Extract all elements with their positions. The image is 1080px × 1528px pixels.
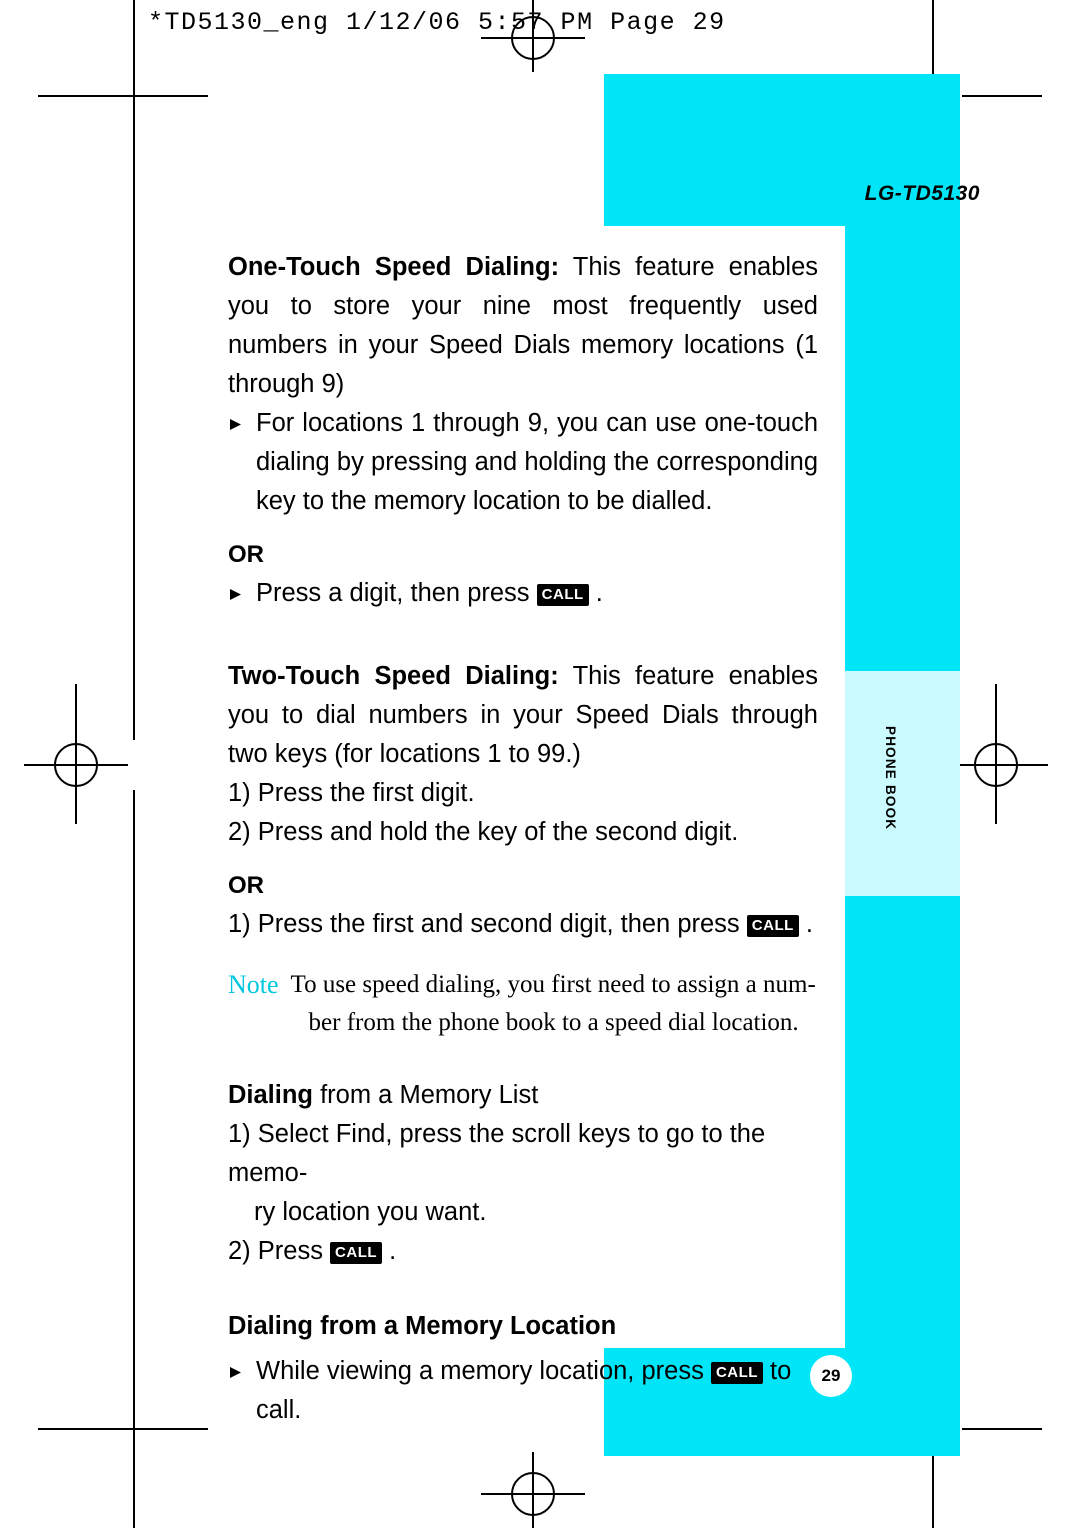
two-touch-or-step: 1) Press the first and second digit, the… [228, 905, 818, 944]
crop-mark-top-left-vertical [133, 0, 135, 60]
registration-crosshair-left-vertical [75, 684, 77, 824]
memory-list-step-2: 2) Press CALL . [228, 1232, 818, 1271]
call-key-icon: CALL [536, 584, 589, 606]
memory-list-heading-rest: from a Memory List [313, 1081, 539, 1109]
one-touch-bullet-text: For locations 1 through 9, you can use o… [256, 409, 818, 515]
call-key-icon: CALL [710, 1362, 763, 1384]
two-touch-step-1: 1) Press the first digit. [228, 779, 475, 807]
one-touch-or-label: OR [228, 541, 264, 568]
one-touch-title-separator: : [550, 253, 560, 281]
memory-list-step-2-pre: 2) Press [228, 1237, 323, 1265]
side-tab-rail-upper [845, 226, 960, 671]
crop-mark-upper-right-horizontal [962, 95, 1042, 97]
memory-list-step-1-continued: ry location you want. [254, 1198, 487, 1226]
call-key-icon: CALL [746, 915, 799, 937]
memory-list-heading: Dialing from a Memory List [228, 1076, 818, 1115]
one-touch-or-bullet: Press a digit, then press CALL . [228, 574, 818, 613]
memory-list-step-2-post: . [389, 1237, 397, 1265]
memory-location-bullet: While viewing a memory location, press C… [228, 1352, 818, 1430]
memory-list-step-1: 1) Select Find, press the scroll keys to… [228, 1120, 766, 1187]
crop-mark-upper-left-horizontal [38, 95, 208, 97]
one-touch-or-bullet-post: . [595, 579, 603, 607]
crop-mark-top-right-vertical [932, 0, 934, 60]
call-key-icon: CALL [330, 1242, 383, 1264]
two-touch-step-2: 2) Press and hold the key of the second … [228, 818, 739, 846]
two-touch-or-label: OR [228, 872, 264, 899]
one-touch-paragraph: One-Touch Speed Dialing: This feature en… [228, 248, 818, 404]
one-touch-or-bullet-pre: Press a digit, then press [256, 579, 530, 607]
one-touch-or-bullet-text: Press a digit, then press CALL . [256, 574, 818, 613]
note-line-1: To use speed dialing, you first need to … [290, 971, 816, 998]
memory-location-heading: Dialing from a Memory Location [228, 1312, 617, 1340]
crop-mark-bottom-left-horizontal [38, 1428, 208, 1430]
side-tab-rail-highlight [845, 671, 960, 896]
note-line-2: ber from the phone book to a speed dial … [308, 1009, 799, 1036]
one-touch-bullet: For locations 1 through 9, you can use o… [228, 404, 818, 521]
note-label: Note [228, 970, 279, 999]
print-job-slug: *TD5130_eng 1/12/06 5:57 PM Page 29 [148, 8, 726, 37]
section-two-touch-speed-dialing: Two-Touch Speed Dialing: This feature en… [228, 657, 818, 944]
crop-mark-upper-left-vertical [133, 60, 135, 740]
crop-mark-bottom-right-horizontal [962, 1428, 1042, 1430]
two-touch-title: Two-Touch Speed Dialing [228, 662, 551, 690]
one-touch-title: One-Touch Speed Dialing [228, 253, 551, 281]
model-label: LG-TD5130 [864, 182, 980, 205]
two-touch-or-step-post: . [805, 910, 813, 938]
section-dialing-from-memory-location: Dialing from a Memory Location While vie… [228, 1307, 818, 1430]
section-one-touch-speed-dialing: One-Touch Speed Dialing: This feature en… [228, 248, 818, 613]
memory-location-bullet-text: While viewing a memory location, press C… [256, 1352, 818, 1430]
registration-crosshair-bottom-vertical [532, 1452, 534, 1528]
note-callout: Note To use speed dialing, you first nee… [228, 966, 818, 1042]
crop-mark-bottom-left-vertical [133, 1430, 135, 1528]
registration-crosshair-right-vertical [995, 684, 997, 824]
two-touch-or-step-pre: 1) Press the first and second digit, the… [228, 910, 740, 938]
crop-mark-lower-left-vertical [133, 790, 135, 1430]
two-touch-title-separator: : [550, 662, 559, 690]
triangle-bullet-icon [228, 404, 256, 521]
note-text: To use speed dialing, you first need to … [291, 966, 818, 1042]
section-dialing-from-memory-list: Dialing from a Memory List 1) Select Fin… [228, 1076, 818, 1271]
memory-location-bullet-pre: While viewing a memory location, press [256, 1357, 704, 1385]
triangle-bullet-icon [228, 1352, 256, 1430]
two-touch-paragraph: Two-Touch Speed Dialing: This feature en… [228, 657, 818, 774]
page-content: One-Touch Speed Dialing: This feature en… [228, 248, 818, 1430]
side-tab-rail-lower [845, 896, 960, 1348]
section-tab-label: PHONE BOOK [883, 726, 898, 831]
memory-list-heading-bold: Dialing [228, 1081, 314, 1109]
triangle-bullet-icon [228, 574, 256, 613]
